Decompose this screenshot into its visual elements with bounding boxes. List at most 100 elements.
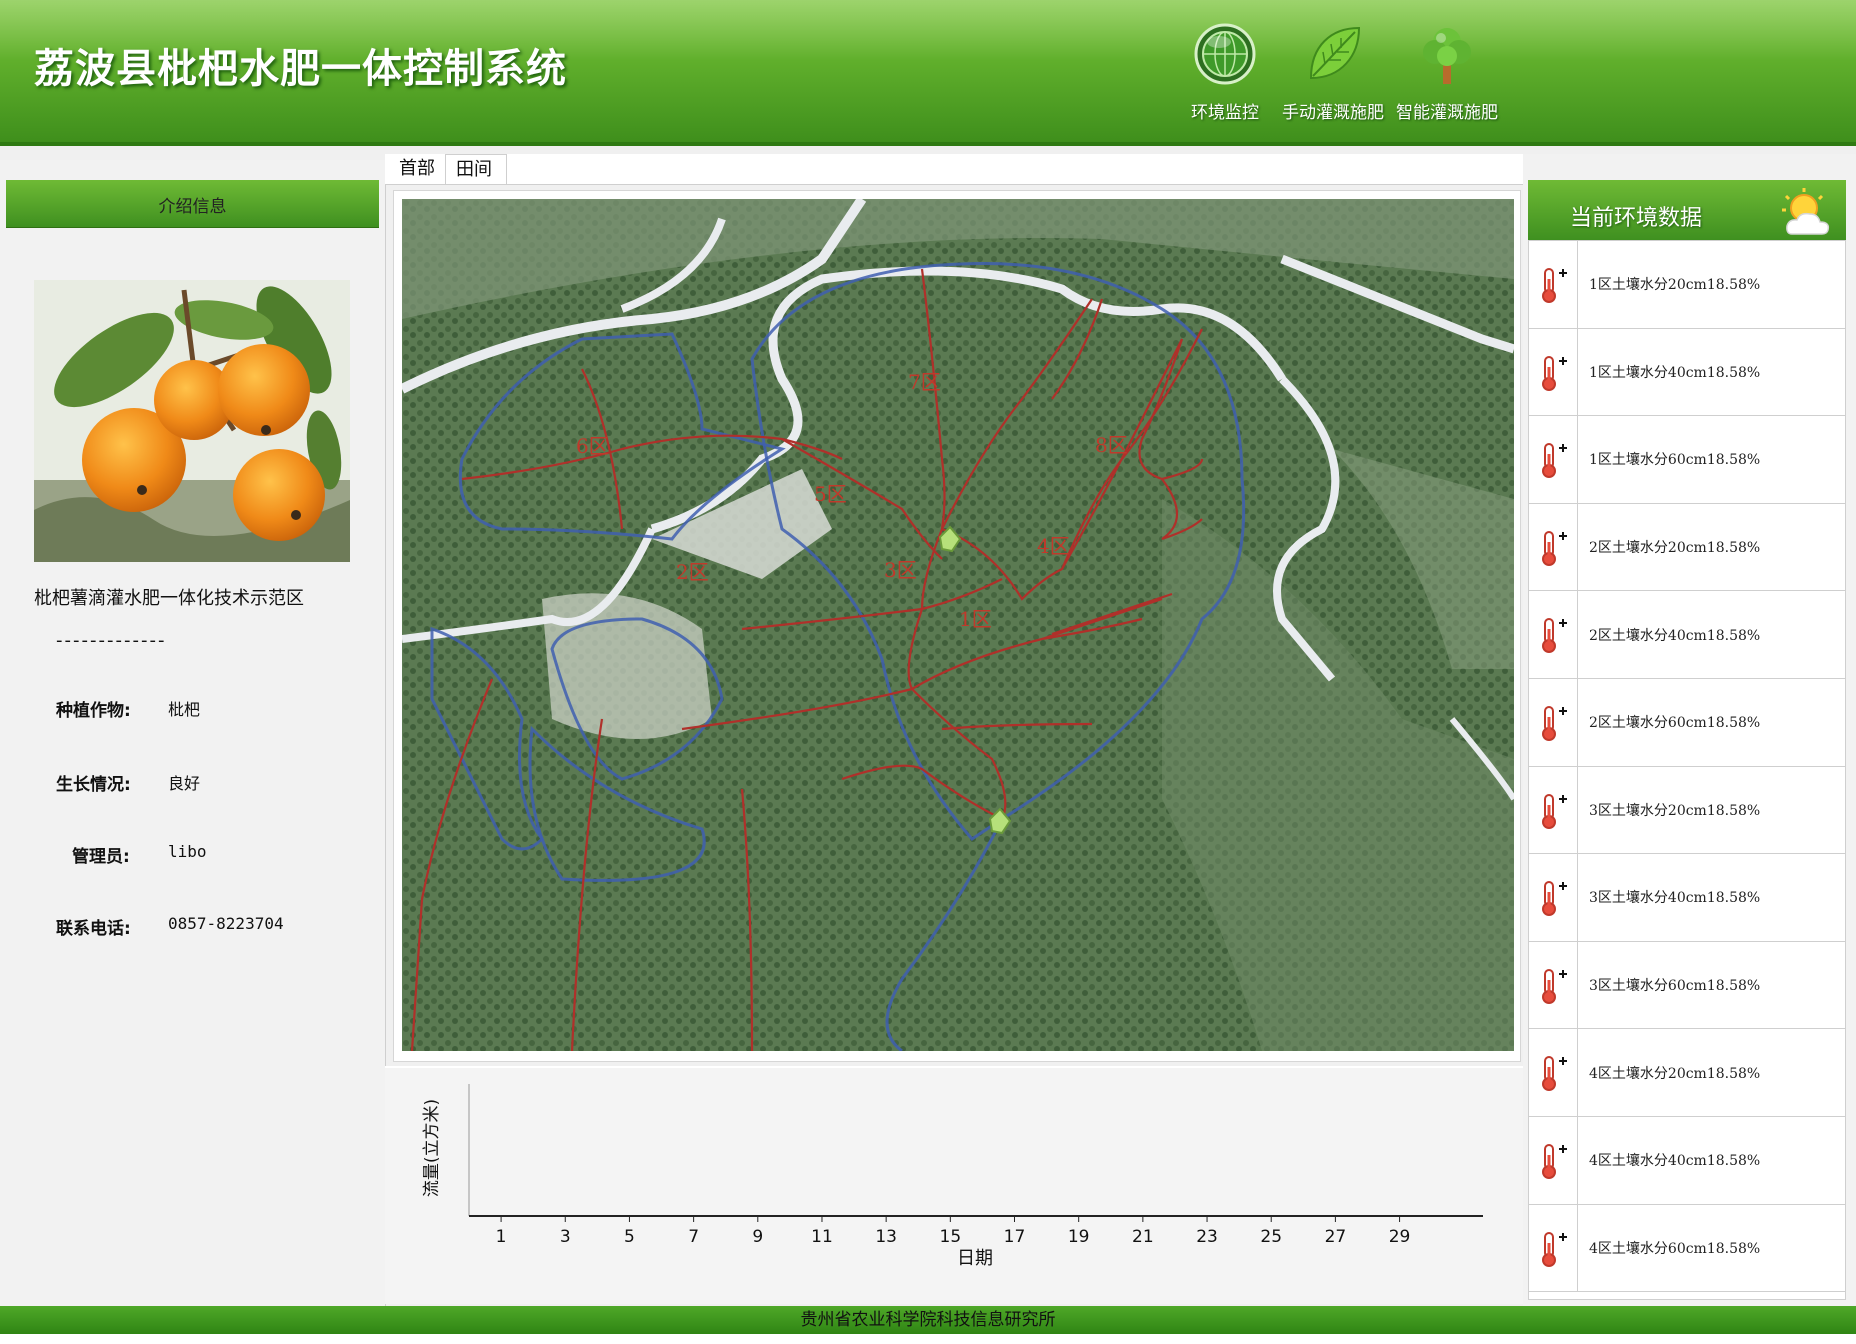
app-header: 荔波县枇杷水肥一体控制系统 环境监控 手动灌溉施肥 智能灌溉施肥 xyxy=(0,0,1856,146)
y-axis-title: 流量(立方米) xyxy=(422,1099,442,1197)
thermometer-cell xyxy=(1529,328,1578,416)
zone-label: 3区 xyxy=(884,558,917,582)
env-data-row: 2区土壤水分20cm18.58% xyxy=(1529,503,1845,592)
zone-label: 2区 xyxy=(676,560,709,584)
x-tick-label: 13 xyxy=(875,1227,897,1247)
x-tick-label: 19 xyxy=(1068,1227,1090,1247)
env-data-text: 1区土壤水分20cm18.58% xyxy=(1589,277,1761,294)
env-data-row: 3区土壤水分20cm18.58% xyxy=(1529,766,1845,855)
info-value: 良好 xyxy=(168,774,201,793)
thermometer-icon xyxy=(1542,881,1567,917)
x-tick-label: 29 xyxy=(1389,1227,1411,1247)
thermometer-cell xyxy=(1529,941,1578,1029)
thermometer-icon xyxy=(1542,1231,1567,1267)
sun-cloud-icon xyxy=(1782,188,1830,235)
env-data-row: 1区土壤水分40cm18.58% xyxy=(1529,328,1845,417)
env-data-text: 4区土壤水分60cm18.58% xyxy=(1589,1240,1761,1257)
loquat-photo xyxy=(34,280,350,562)
zone-label: 4区 xyxy=(1037,534,1070,558)
env-title: 当前环境数据 xyxy=(1570,206,1703,231)
x-tick-label: 1 xyxy=(496,1227,507,1247)
env-data-text: 2区土壤水分20cm18.58% xyxy=(1589,540,1761,557)
env-data-text: 2区土壤水分40cm18.58% xyxy=(1589,627,1761,644)
env-data-text: 2区土壤水分60cm18.58% xyxy=(1589,715,1761,732)
x-tick-label: 23 xyxy=(1196,1227,1218,1247)
env-data-row: 2区土壤水分40cm18.58% xyxy=(1529,591,1845,679)
thermometer-icon xyxy=(1542,443,1567,479)
nav-label: 智能灌溉施肥 xyxy=(1396,103,1498,123)
thermometer-icon xyxy=(1542,268,1567,303)
env-header: 当前环境数据 xyxy=(1528,180,1846,240)
thermometer-icon xyxy=(1542,355,1567,391)
thermometer-cell xyxy=(1529,241,1578,328)
thermometer-cell xyxy=(1529,591,1578,678)
field-map[interactable]: 1区 2区 3区 4区 5区 6区 7区 8区 xyxy=(402,199,1514,1051)
x-tick-label: 27 xyxy=(1325,1227,1347,1247)
zone-label: 8区 xyxy=(1095,433,1128,457)
thermometer-icon xyxy=(1542,1056,1567,1092)
env-data-text: 3区土壤水分40cm18.58% xyxy=(1589,890,1761,907)
x-tick-label: 3 xyxy=(560,1227,571,1247)
footer: 贵州省农业科学院科技信息研究所 xyxy=(0,1306,1856,1334)
tree-icon xyxy=(1423,28,1471,84)
thermometer-cell xyxy=(1529,1029,1578,1116)
x-tick-label: 25 xyxy=(1260,1227,1282,1247)
info-value: 0857-8223704 xyxy=(168,914,284,933)
flow-chart: 1 3 5 7 9 11 13 15 17 19 21 23 25 27 29 日期 流量(立方米) xyxy=(385,1066,1523,1304)
thermometer-icon xyxy=(1542,706,1567,741)
nav-smart-fertigation-button[interactable]: 智能灌溉施肥 xyxy=(1384,22,1510,132)
x-tick-label: 15 xyxy=(940,1227,962,1247)
env-data-text: 1区土壤水分60cm18.58% xyxy=(1589,452,1761,469)
zone-label: 6区 xyxy=(576,434,609,458)
thermometer-cell xyxy=(1529,679,1578,766)
x-tick-label: 17 xyxy=(1004,1227,1026,1247)
intro-caption: 枇杷薯滴灌水肥一体化技术示范区 xyxy=(34,588,304,609)
thermometer-cell xyxy=(1529,854,1578,941)
nav-label: 手动灌溉施肥 xyxy=(1282,103,1384,123)
x-tick-label: 5 xyxy=(624,1227,635,1247)
x-tick-label: 11 xyxy=(811,1227,833,1247)
env-data-row: 4区土壤水分20cm18.58% xyxy=(1529,1029,1845,1117)
nav-manual-fertigation-button[interactable]: 手动灌溉施肥 xyxy=(1270,22,1396,132)
thermometer-cell xyxy=(1529,766,1578,854)
radar-globe-icon xyxy=(1194,23,1256,85)
env-data-text: 4区土壤水分20cm18.58% xyxy=(1589,1065,1761,1082)
tab-head[interactable]: 首部 xyxy=(389,154,445,184)
intro-header: 介绍信息 xyxy=(6,180,379,228)
app-title: 荔波县枇杷水肥一体控制系统 xyxy=(34,46,567,92)
info-value: 枇杷 xyxy=(168,700,201,719)
env-data-row: 1区土壤水分60cm18.58% xyxy=(1529,416,1845,504)
tab-field[interactable]: 田间 xyxy=(445,154,507,184)
thermometer-icon xyxy=(1542,530,1567,566)
thermometer-cell xyxy=(1529,1204,1578,1292)
info-key: 生长情况: xyxy=(56,775,131,795)
thermometer-icon xyxy=(1542,968,1567,1004)
thermometer-icon xyxy=(1542,1144,1567,1179)
zone-label: 1区 xyxy=(959,607,992,631)
env-data-text: 3区土壤水分20cm18.58% xyxy=(1589,802,1761,819)
env-data-row: 1区土壤水分20cm18.58% xyxy=(1529,241,1845,329)
thermometer-icon xyxy=(1542,793,1567,829)
intro-header-label: 介绍信息 xyxy=(158,197,227,217)
env-data-text: 1区土壤水分40cm18.58% xyxy=(1589,364,1761,381)
zone-label: 7区 xyxy=(908,370,941,394)
env-data-row: 3区土壤水分60cm18.58% xyxy=(1529,941,1845,1030)
nav-env-monitor-button[interactable]: 环境监控 xyxy=(1170,22,1280,132)
thermometer-cell xyxy=(1529,416,1578,503)
tab-strip: 首部 田间 xyxy=(385,154,1523,185)
info-key: 种植作物: xyxy=(56,701,131,721)
env-data-row: 3区土壤水分40cm18.58% xyxy=(1529,854,1845,942)
env-data-row: 2区土壤水分60cm18.58% xyxy=(1529,679,1845,767)
thermometer-cell xyxy=(1529,503,1578,591)
info-key: 管理员: xyxy=(72,847,130,867)
x-axis-title: 日期 xyxy=(957,1248,993,1269)
zone-label: 5区 xyxy=(814,482,847,506)
intro-panel: 介绍信息 枇杷薯滴灌水肥一体化技术示范区 ------------- 种植作物:… xyxy=(0,160,386,1306)
flow-chart-svg: 1 3 5 7 9 11 13 15 17 19 21 23 25 27 29 日期 流量(立方米) xyxy=(422,1084,1483,1269)
leaf-icon xyxy=(1309,26,1361,80)
thermometer-cell xyxy=(1529,1117,1578,1204)
env-data-row: 4区土壤水分60cm18.58% xyxy=(1529,1204,1845,1293)
x-tick-label: 7 xyxy=(688,1227,699,1247)
env-data-text: 3区土壤水分60cm18.58% xyxy=(1589,978,1761,995)
intro-divider: ------------- xyxy=(56,630,167,651)
